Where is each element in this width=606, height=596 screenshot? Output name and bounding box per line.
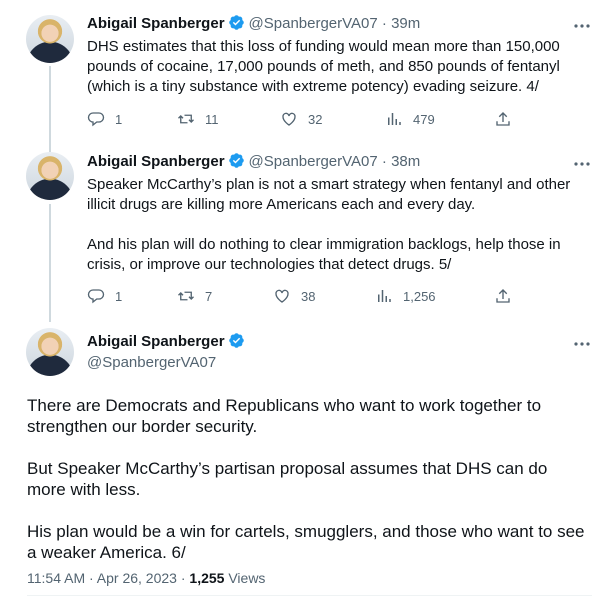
tweet-time[interactable]: · 38m	[382, 153, 420, 170]
thread-tweet[interactable]: Abigail Spanberger @SpanbergerVA07 · 38m …	[0, 152, 606, 322]
share-button[interactable]	[494, 287, 512, 305]
tweet-text: Speaker McCarthy’s plan is not a smart s…	[87, 176, 571, 273]
views-button[interactable]: 1,256	[375, 287, 436, 305]
focused-tweet: Abigail Spanberger @SpanbergerVA07 There…	[0, 322, 606, 596]
more-options-icon[interactable]	[572, 154, 592, 174]
verified-badge-icon	[228, 153, 244, 168]
tweet-timestamp[interactable]: 11:54 AM · Apr 26, 2023 ·	[27, 570, 189, 586]
retweet-button[interactable]: 11	[177, 110, 219, 128]
share-button[interactable]	[494, 110, 512, 128]
like-count: 32	[308, 111, 323, 127]
reply-button[interactable]: 1	[87, 287, 122, 305]
reply-icon	[87, 112, 105, 127]
analytics-icon	[378, 290, 391, 302]
view-count: 479	[413, 111, 435, 127]
verified-badge-icon	[228, 15, 244, 30]
views-button[interactable]: 479	[385, 110, 435, 128]
heart-icon	[275, 289, 289, 303]
author-name[interactable]: Abigail Spanberger	[87, 333, 225, 350]
author-name[interactable]: Abigail Spanberger	[87, 153, 225, 170]
reply-count: 1	[115, 111, 123, 127]
share-icon	[496, 112, 510, 126]
retweet-count: 11	[205, 111, 219, 127]
retweet-icon	[178, 114, 194, 124]
avatar[interactable]	[26, 15, 74, 63]
analytics-icon	[388, 113, 401, 125]
retweet-count: 7	[205, 288, 213, 304]
heart-icon	[282, 112, 296, 126]
more-options-icon[interactable]	[572, 334, 592, 354]
tweet-time[interactable]: · 39m	[382, 15, 420, 32]
author-handle[interactable]: @SpanbergerVA07	[249, 153, 378, 170]
author-handle[interactable]: @SpanbergerVA07	[249, 15, 378, 32]
reply-count: 1	[115, 288, 123, 304]
verified-badge-icon	[228, 333, 244, 348]
retweet-icon	[178, 291, 194, 301]
tweet-text: There are Democrats and Republicans who …	[27, 396, 585, 562]
author-name[interactable]: Abigail Spanberger	[87, 15, 225, 32]
views-label: Views	[224, 570, 266, 586]
thread-tweet[interactable]: Abigail Spanberger @SpanbergerVA07 · 39m …	[0, 0, 606, 150]
like-button[interactable]: 32	[280, 110, 322, 128]
tweet-meta: 11:54 AM · Apr 26, 2023 · 1,255 Views	[27, 568, 265, 588]
reply-button[interactable]: 1	[87, 110, 122, 128]
author-handle[interactable]: @SpanbergerVA07	[87, 353, 216, 373]
avatar[interactable]	[26, 152, 74, 200]
tweet-actions: 1 11 32 479	[87, 110, 517, 130]
views-count: 1,255	[189, 570, 225, 586]
tweet-actions: 1 7 38 1,256	[87, 287, 517, 307]
tweet-text: DHS estimates that this loss of funding …	[87, 38, 560, 95]
avatar[interactable]	[26, 328, 74, 376]
reply-icon	[87, 289, 105, 304]
more-options-icon[interactable]	[572, 16, 592, 36]
view-count: 1,256	[403, 288, 436, 304]
like-count: 38	[301, 288, 316, 304]
retweet-button[interactable]: 7	[177, 287, 212, 305]
like-button[interactable]: 38	[273, 287, 315, 305]
share-icon	[496, 289, 510, 303]
